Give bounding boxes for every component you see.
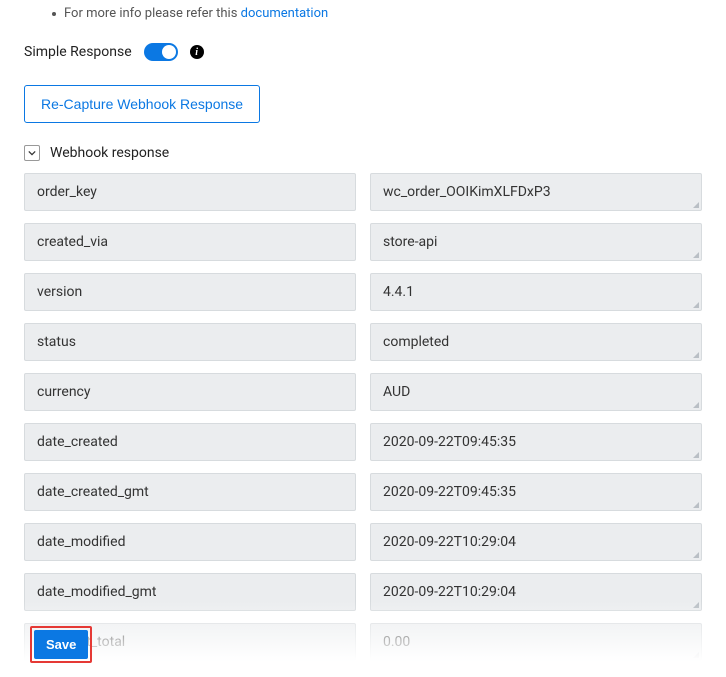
field-key[interactable]: date_modified_gmt bbox=[24, 573, 356, 611]
chevron-down-icon bbox=[28, 149, 36, 157]
field-value[interactable]: 2020-09-22T10:29:04 bbox=[370, 523, 702, 561]
field-key[interactable]: version bbox=[24, 273, 356, 311]
field-row: date_created 2020-09-22T09:45:35 bbox=[24, 423, 702, 461]
collapse-toggle[interactable] bbox=[24, 145, 40, 161]
webhook-response-header: Webhook response bbox=[24, 145, 702, 161]
field-row: version 4.4.1 bbox=[24, 273, 702, 311]
documentation-link[interactable]: documentation bbox=[241, 6, 329, 21]
field-row: date_created_gmt 2020-09-22T09:45:35 bbox=[24, 473, 702, 511]
simple-response-label: Simple Response bbox=[24, 44, 132, 60]
save-button[interactable]: Save bbox=[34, 630, 88, 659]
bullet-icon bbox=[52, 12, 56, 16]
field-value[interactable]: 0.00 bbox=[370, 623, 702, 661]
field-key[interactable]: currency bbox=[24, 373, 356, 411]
field-key[interactable]: date_modified bbox=[24, 523, 356, 561]
field-row: date_modified_gmt 2020-09-22T10:29:04 bbox=[24, 573, 702, 611]
field-key[interactable]: status bbox=[24, 323, 356, 361]
field-value[interactable]: wc_order_OOIKimXLFDxP3 bbox=[370, 173, 702, 211]
field-row: discount_total0.00 bbox=[24, 623, 702, 661]
info-line: For more info please refer this document… bbox=[52, 6, 702, 21]
field-row: created_via store-api bbox=[24, 223, 702, 261]
field-row: date_modified 2020-09-22T10:29:04 bbox=[24, 523, 702, 561]
fields-list: order_key wc_order_OOIKimXLFDxP3 created_v… bbox=[24, 173, 702, 661]
field-key[interactable]: order_key bbox=[24, 173, 356, 211]
field-value[interactable]: 2020-09-22T09:45:35 bbox=[370, 423, 702, 461]
section-title: Webhook response bbox=[50, 145, 169, 161]
field-key[interactable]: date_created_gmt bbox=[24, 473, 356, 511]
info-icon[interactable]: i bbox=[190, 45, 204, 59]
field-value[interactable]: store-api bbox=[370, 223, 702, 261]
field-row: order_key wc_order_OOIKimXLFDxP3 bbox=[24, 173, 702, 211]
field-value[interactable]: completed bbox=[370, 323, 702, 361]
simple-response-row: Simple Response i bbox=[24, 43, 702, 61]
field-key[interactable]: created_via bbox=[24, 223, 356, 261]
field-row: status completed bbox=[24, 323, 702, 361]
field-row: currency AUD bbox=[24, 373, 702, 411]
save-highlight: Save bbox=[30, 626, 92, 663]
recapture-webhook-button[interactable]: Re-Capture Webhook Response bbox=[24, 85, 260, 123]
field-value[interactable]: 2020-09-22T09:45:35 bbox=[370, 473, 702, 511]
field-value[interactable]: AUD bbox=[370, 373, 702, 411]
field-value[interactable]: 4.4.1 bbox=[370, 273, 702, 311]
info-text: For more info please refer this document… bbox=[64, 6, 328, 21]
field-value[interactable]: 2020-09-22T10:29:04 bbox=[370, 573, 702, 611]
simple-response-toggle[interactable] bbox=[144, 43, 178, 61]
field-key[interactable]: date_created bbox=[24, 423, 356, 461]
info-text-prefix: For more info please refer this bbox=[64, 6, 241, 21]
